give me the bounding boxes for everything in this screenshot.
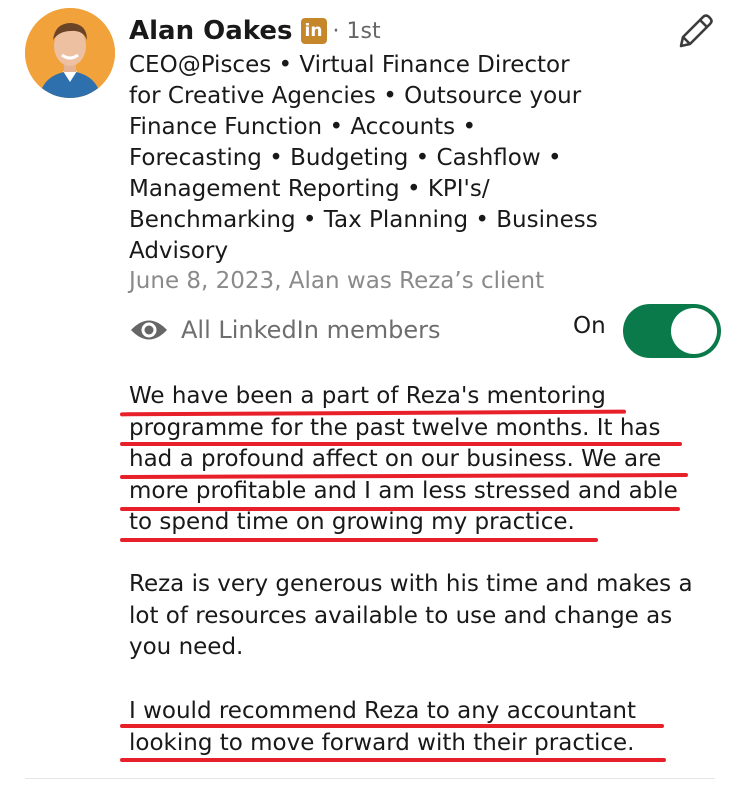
highlight-underline	[120, 724, 664, 728]
paragraph-line: you need.	[129, 634, 244, 660]
paragraph-line: I would recommend Reza to any accountant	[129, 698, 637, 724]
highlight-underline	[120, 442, 682, 446]
paragraph-line: more profitable and I am less stressed a…	[129, 477, 678, 504]
visibility-setting[interactable]: All LinkedIn members	[129, 310, 441, 350]
paragraph-line: had a profound affect on our business. W…	[129, 446, 662, 472]
headline-line: for Creative Agencies • Outsource your	[129, 83, 582, 109]
headline-line: Management Reporting • KPI's/	[129, 176, 490, 202]
visibility-label: All LinkedIn members	[181, 316, 441, 344]
divider	[25, 778, 715, 779]
paragraph-line: looking to move forward with their pract…	[129, 729, 635, 756]
paragraph-line: We have been a part of Reza's mentoring	[129, 383, 606, 409]
paragraph-line: programme for the past twelve months. It…	[129, 414, 661, 441]
highlight-underline	[120, 507, 680, 511]
paragraph-line: to spend time on growing my practice.	[129, 509, 575, 535]
recommendation-paragraph-2: Reza is very generous with his time and …	[129, 569, 729, 664]
avatar-photo	[25, 8, 115, 98]
paragraph-line: lot of resources available to use and ch…	[129, 602, 673, 629]
eye-icon	[131, 320, 167, 340]
linkedin-icon: in	[300, 18, 327, 44]
visibility-toggle[interactable]	[623, 304, 721, 358]
recommendation-paragraph-1: We have been a part of Reza's mentoring …	[129, 381, 729, 539]
name-row: Alan Oakes in · 1st	[129, 14, 381, 48]
headline-line: Benchmarking • Tax Planning • Business	[129, 207, 598, 233]
headline-line: CEO@Pisces • Virtual Finance Director	[129, 52, 570, 78]
profile-name[interactable]: Alan Oakes	[129, 16, 293, 46]
highlight-underline	[120, 758, 666, 762]
pencil-icon[interactable]	[673, 10, 717, 54]
headline-line: Advisory	[129, 238, 229, 264]
headline-line: Finance Function • Accounts •	[129, 114, 477, 140]
highlight-underline	[120, 538, 598, 542]
connection-degree: · 1st	[332, 18, 381, 44]
recommendation-meta: June 8, 2023, Alan was Reza’s client	[129, 268, 545, 294]
toggle-knob[interactable]	[671, 308, 717, 354]
headline-line: Forecasting • Budgeting • Cashflow •	[129, 145, 562, 171]
toggle-state-label: On	[573, 313, 606, 339]
paragraph-line: Reza is very generous with his time and …	[129, 571, 693, 597]
avatar[interactable]	[25, 8, 115, 98]
profile-headline: CEO@Pisces • Virtual Finance Director fo…	[129, 50, 629, 267]
